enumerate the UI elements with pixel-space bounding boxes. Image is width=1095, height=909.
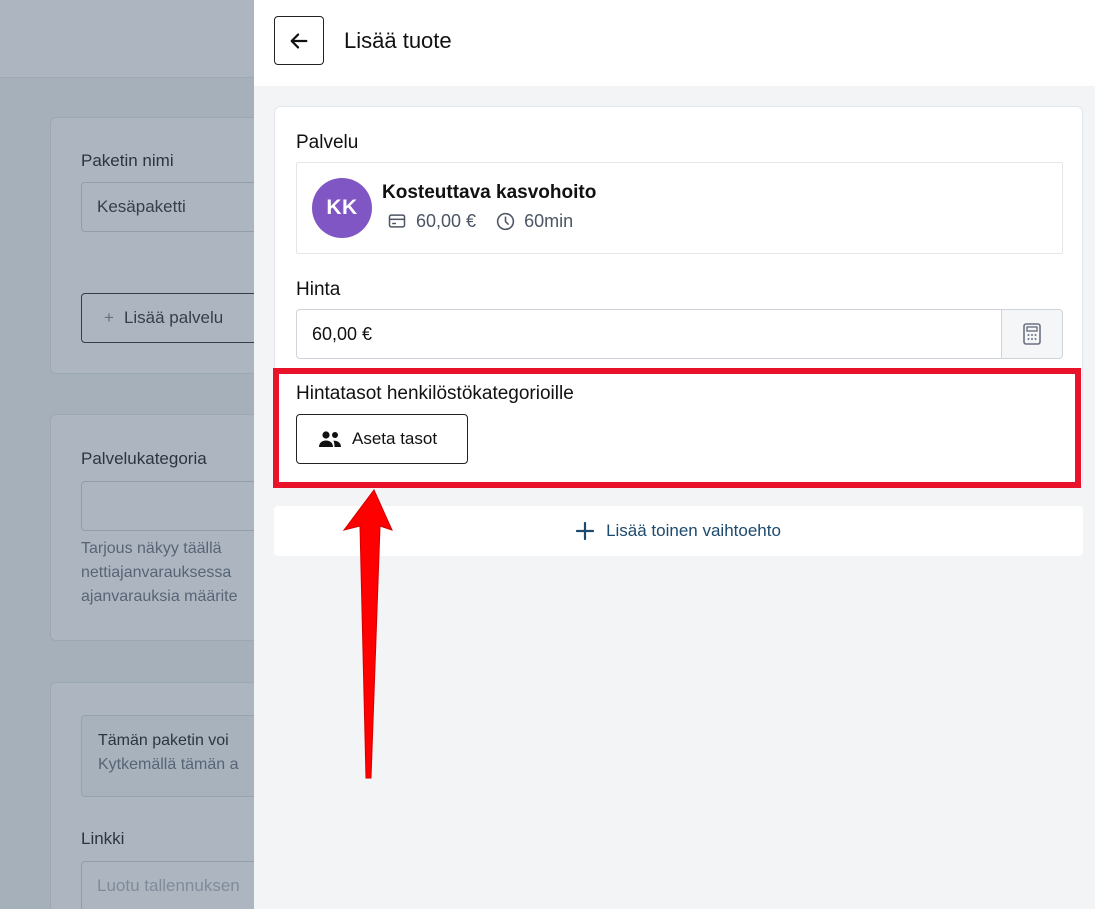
service-section-label: Palvelu bbox=[296, 132, 359, 153]
add-option-label: Lisää toinen vaihtoehto bbox=[606, 521, 781, 540]
calculator-icon bbox=[1023, 323, 1041, 345]
price-section-label: Hinta bbox=[296, 279, 341, 300]
price-input[interactable]: 60,00 € bbox=[296, 309, 1002, 359]
arrow-up-annotation bbox=[342, 489, 393, 779]
plus-icon bbox=[576, 522, 595, 540]
clock-icon bbox=[494, 210, 516, 232]
credit-card-icon bbox=[386, 210, 408, 232]
service-name: Kosteuttava kasvohoito bbox=[382, 182, 597, 203]
service-duration: 60min bbox=[524, 210, 574, 231]
service-item[interactable]: KK Kosteuttava kasvohoito 60,00 € 60min bbox=[296, 162, 1063, 254]
calculator-button[interactable] bbox=[1001, 309, 1063, 359]
back-button[interactable] bbox=[274, 16, 324, 65]
highlight-annotation bbox=[273, 368, 1081, 488]
drawer-title: Lisää tuote bbox=[344, 28, 452, 53]
service-price: 60,00 € bbox=[416, 210, 477, 231]
service-meta: 60,00 € 60min bbox=[386, 210, 573, 232]
service-avatar: KK bbox=[312, 178, 372, 238]
drawer-header: Lisää tuote bbox=[254, 0, 1095, 86]
arrow-left-icon bbox=[290, 32, 308, 49]
